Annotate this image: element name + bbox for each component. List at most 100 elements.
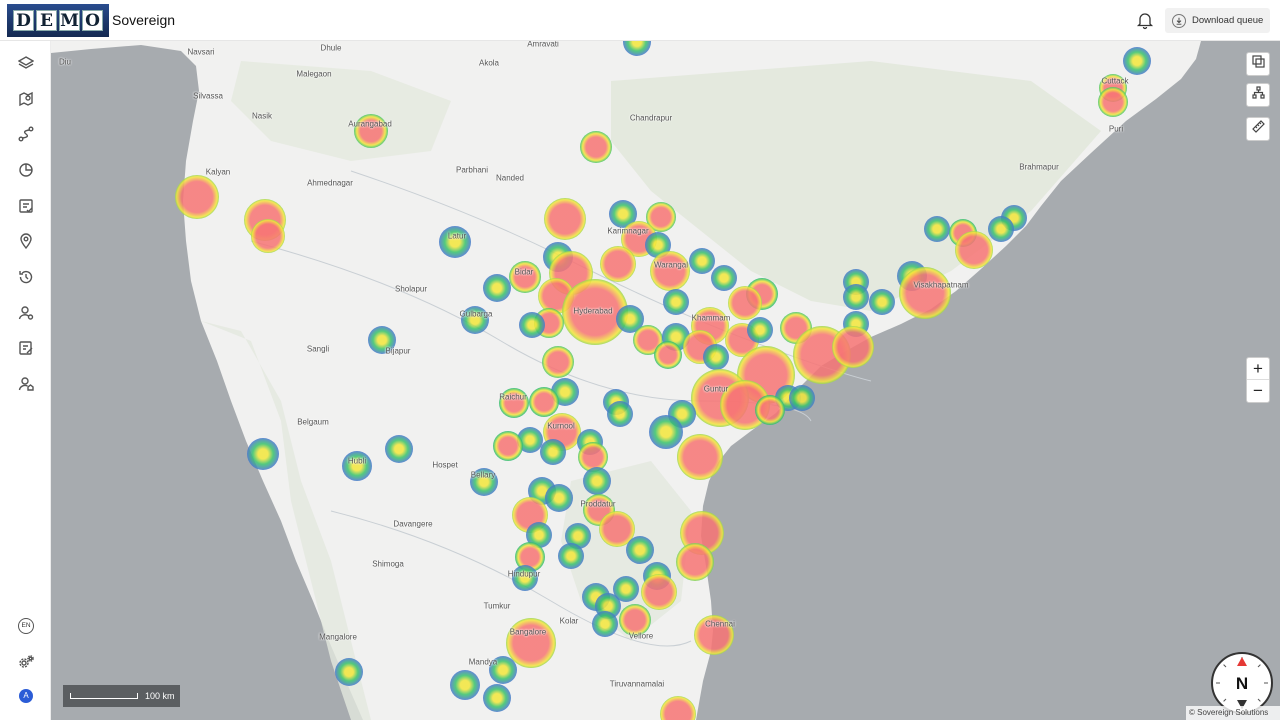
heat-hotspot <box>600 246 636 282</box>
scale-bar-line <box>70 693 138 699</box>
place-label: Raichur <box>499 392 527 402</box>
left-sidebar: EN A <box>0 41 51 720</box>
heat-hotspot <box>519 312 545 338</box>
heat-hotspot <box>728 286 762 320</box>
heat-hotspot <box>654 341 682 369</box>
heat-hotspot <box>626 536 654 564</box>
heat-hotspot <box>677 434 723 480</box>
place-label: Kolar <box>559 616 579 626</box>
place-label: Hindupur <box>507 569 541 579</box>
bell-icon[interactable] <box>1135 10 1155 30</box>
heat-hotspot <box>335 658 363 686</box>
heat-hotspot <box>529 387 559 417</box>
place-label: Chennai <box>705 619 735 629</box>
place-label: Belgaum <box>297 417 329 427</box>
place-label: Visakhapatnam <box>913 280 969 290</box>
heat-hotspot <box>663 289 689 315</box>
place-label: Amravati <box>527 41 559 49</box>
heat-hotspot <box>544 198 586 240</box>
base-map <box>51 41 1201 720</box>
heat-hotspot <box>955 231 993 269</box>
ruler-icon <box>1251 120 1265 138</box>
heat-hotspot <box>450 670 480 700</box>
heat-hotspot <box>747 317 773 343</box>
heat-hotspot <box>583 467 611 495</box>
place-label: Guntur <box>703 384 729 394</box>
heat-hotspot <box>580 131 612 163</box>
checklist-icon[interactable] <box>17 197 35 215</box>
heat-hotspot <box>385 435 413 463</box>
layers-icon[interactable] <box>17 54 35 72</box>
measure-button[interactable] <box>1246 117 1270 141</box>
hierarchy-button[interactable] <box>1246 83 1270 107</box>
heat-hotspot <box>641 574 677 610</box>
heat-hotspot <box>509 261 541 293</box>
place-label: Tiruvannamalai <box>609 679 665 689</box>
settings-icon[interactable] <box>17 653 35 671</box>
logo-letter: D <box>13 10 34 31</box>
heat-hotspot <box>175 175 219 219</box>
place-label: Aurangabad <box>348 119 392 129</box>
top-header: D E M O Sovereign Download queue <box>0 0 1280 41</box>
place-label: Akola <box>478 58 500 68</box>
download-queue-label: Download queue <box>1192 15 1264 26</box>
copy-layer-button[interactable] <box>1246 52 1270 76</box>
logo-letter: M <box>59 10 80 31</box>
place-label: Nanded <box>495 173 525 183</box>
heat-hotspot <box>1098 87 1128 117</box>
place-label: Khammam <box>691 313 731 323</box>
place-label: Warangal <box>654 260 688 270</box>
user-avatar[interactable]: A <box>19 689 33 703</box>
place-label: Vellore <box>628 631 654 641</box>
compass[interactable]: N <box>1211 652 1273 714</box>
map-pin-icon[interactable] <box>17 90 35 108</box>
map-view[interactable]: Navsari Dhule Amravati Diu Akola Malegaon Silv… <box>51 41 1280 720</box>
place-label: Cuttack <box>1101 76 1129 86</box>
place-label: Hubli <box>347 456 367 466</box>
edit-list-icon[interactable] <box>17 339 35 357</box>
route-icon[interactable] <box>17 125 35 143</box>
map-attribution: © Sovereign Solutions <box>1186 706 1280 720</box>
heat-hotspot <box>755 395 785 425</box>
heat-hotspot <box>649 415 683 449</box>
pie-chart-icon[interactable] <box>17 161 35 179</box>
heat-hotspot <box>899 267 951 319</box>
location-settings-icon[interactable] <box>17 232 35 250</box>
heat-hotspot <box>592 611 618 637</box>
place-label: Mangalore <box>319 632 357 642</box>
heat-hotspot <box>1123 47 1151 75</box>
place-label: Ahmednagar <box>307 178 353 188</box>
heat-hotspot <box>251 219 285 253</box>
demo-logo[interactable]: D E M O <box>7 4 109 37</box>
heat-hotspot <box>607 401 633 427</box>
hierarchy-icon <box>1251 86 1265 104</box>
zoom-in-button[interactable]: + <box>1247 358 1269 380</box>
copy-icon <box>1251 55 1265 73</box>
scale-label: 100 km <box>145 691 175 701</box>
heat-hotspot <box>545 484 573 512</box>
user-home-icon[interactable] <box>17 375 35 393</box>
place-label: Karimnagar <box>607 226 649 236</box>
place-label: Proddatur <box>580 499 616 509</box>
place-label: Gulbarga <box>459 309 493 319</box>
place-label: Brahmapur <box>1019 162 1059 172</box>
zoom-out-button[interactable]: − <box>1247 380 1269 402</box>
user-settings-icon[interactable] <box>17 304 35 322</box>
heat-hotspot <box>676 543 714 581</box>
heat-hotspot <box>988 216 1014 242</box>
download-icon <box>1172 13 1186 28</box>
download-queue-button[interactable]: Download queue <box>1165 8 1270 33</box>
place-label: Bangalore <box>509 627 547 637</box>
heat-hotspot <box>247 438 279 470</box>
place-label: Dhule <box>320 43 342 53</box>
history-icon[interactable] <box>17 268 35 286</box>
place-label: Sangli <box>306 344 330 354</box>
place-label: Diu <box>58 57 72 67</box>
scale-bar: 100 km <box>63 685 180 707</box>
place-label: Davangere <box>393 519 433 529</box>
place-label: Malegaon <box>296 69 332 79</box>
language-selector[interactable]: EN <box>18 618 34 634</box>
heat-hotspot <box>342 451 372 481</box>
heat-hotspot <box>689 248 715 274</box>
place-label: Shimoga <box>372 559 404 569</box>
